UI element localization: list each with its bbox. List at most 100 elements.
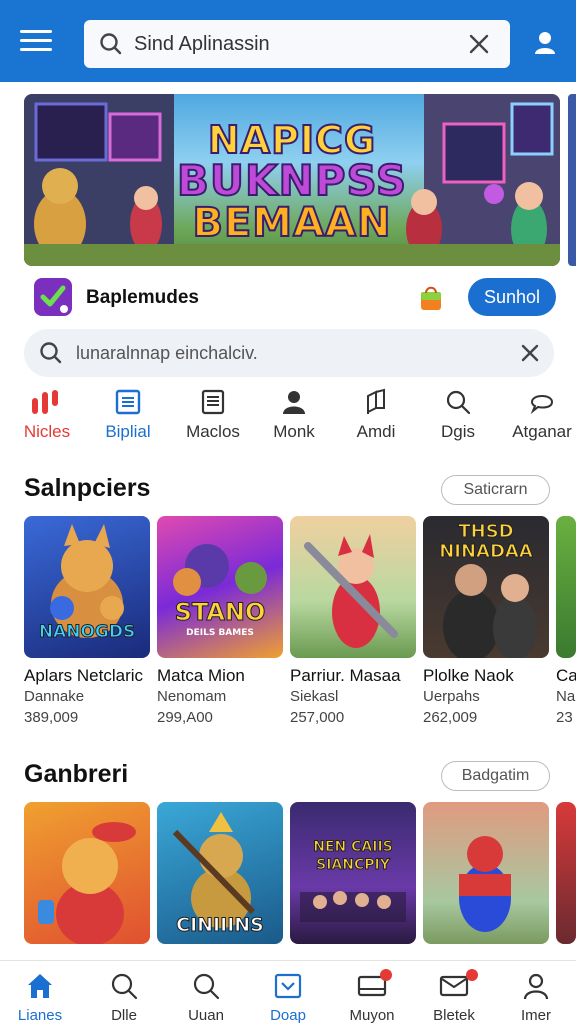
game-thumbnail: THSD NINADAA: [423, 516, 549, 658]
game-card[interactable]: [556, 802, 576, 944]
flag-icon: [367, 388, 385, 414]
category-bar: Nicles Biplial Maclos Monk Amdi Dgis Atg…: [0, 388, 576, 444]
person-icon: [283, 391, 305, 414]
game-thumbnail-title: NANOGDS: [38, 622, 136, 643]
search-icon: [193, 973, 220, 1000]
banner-title-line-3: BEMAAN: [191, 199, 392, 247]
game-name: Matca Mion: [157, 666, 245, 685]
game-name: Plolke Naok: [423, 666, 514, 685]
trending-icon: [32, 390, 58, 414]
nav-label: Lianes: [17, 1007, 63, 1024]
home-icon: [28, 974, 52, 998]
category-biplial[interactable]: Biplial: [90, 388, 166, 442]
game-card[interactable]: NANOGDS Aplars Netclaric Dannake 389,009: [24, 516, 150, 726]
game-download-count: 299,A00: [157, 709, 213, 726]
game-thumbnail: STANO DEILS BAMES: [157, 516, 283, 658]
game-thumbnail-title: CINIIINS: [176, 914, 265, 937]
section-more-button[interactable]: Badgatim: [441, 761, 550, 791]
game-thumbnail: [556, 516, 576, 658]
category-label: Atganar: [512, 422, 572, 441]
game-thumbnail: CINIIINS: [157, 802, 283, 944]
nav-item-uuan[interactable]: Uuan: [166, 971, 246, 1024]
category-label: Maclos: [186, 422, 240, 441]
category-label: Monk: [273, 422, 315, 441]
category-nicles[interactable]: Nicles: [9, 388, 85, 442]
close-icon[interactable]: [520, 343, 540, 363]
nav-label: Uuan: [188, 1007, 224, 1024]
category-label: Nicles: [23, 422, 71, 441]
nav-item-dlle[interactable]: Dlle: [84, 971, 164, 1024]
game-thumbnail: NANOGDS: [24, 516, 150, 658]
search-icon: [40, 342, 62, 364]
category-label: Dgis: [440, 422, 475, 441]
section-title: Ganbreri: [24, 760, 129, 788]
nav-item-lianes[interactable]: Lianes: [0, 971, 80, 1024]
category-atganar[interactable]: Atganar: [504, 388, 576, 442]
game-card[interactable]: [423, 802, 549, 944]
secondary-search-text: lunaralnnap einchalciv.: [76, 342, 258, 363]
game-thumbnail-title: STANO: [174, 598, 266, 627]
game-developer: Dannake: [24, 688, 85, 705]
game-name: Parriur. Masaa: [290, 666, 401, 685]
nav-item-muyon[interactable]: Muyon: [332, 969, 412, 1024]
category-label: Biplial: [105, 422, 151, 441]
game-name: Ca: [556, 666, 576, 685]
category-amdi[interactable]: Amdi: [338, 388, 414, 442]
category-monk[interactable]: Monk: [256, 388, 332, 442]
bottom-navigation: Lianes Dlle Uuan Doap Muyon Bletek Imer: [0, 960, 576, 1024]
game-card[interactable]: Ca Na 23: [556, 516, 576, 726]
shopping-bag-icon[interactable]: [418, 284, 444, 312]
section-title: Salnpciers: [24, 474, 151, 502]
category-dgis[interactable]: Dgis: [420, 388, 496, 442]
game-card[interactable]: THSD NINADAA Plolke Naok Uerpahs 262,009: [423, 516, 549, 726]
game-card[interactable]: Parriur. Masaa Siekasl 257,000: [290, 516, 416, 726]
game-developer: Uerpahs: [423, 688, 480, 705]
search-icon: [100, 33, 122, 55]
game-thumbnail-title: NEN CAIIS SIANCPIY: [313, 839, 393, 874]
game-download-count: 257,000: [290, 709, 345, 726]
mail-icon: [439, 975, 469, 997]
category-label: Amdi: [356, 422, 396, 441]
game-download-count: 262,009: [423, 709, 478, 726]
game-thumbnail: [24, 802, 150, 944]
game-download-count: 23: [556, 709, 573, 726]
app-icon[interactable]: [34, 278, 72, 316]
featured-banner[interactable]: NAPICG BUKNPSS BEMAAN: [24, 94, 560, 266]
game-card[interactable]: CINIIINS: [157, 802, 283, 944]
notification-badge: [380, 969, 392, 981]
app-action-button[interactable]: Sunhol: [468, 278, 556, 316]
category-maclos[interactable]: Maclos: [175, 388, 251, 442]
search-input-text: Sind Aplinassin: [134, 32, 270, 55]
game-thumbnail-title: THSD NINADAA: [439, 521, 534, 562]
banner-title-line-2: BUKNPSS: [176, 155, 408, 206]
secondary-search-input[interactable]: lunaralnnap einchalciv.: [24, 329, 554, 377]
game-developer: Siekasl: [290, 688, 339, 705]
close-icon[interactable]: [468, 33, 490, 55]
chat-icon: [530, 395, 554, 415]
game-card[interactable]: NEN CAIIS SIANCPIY: [290, 802, 416, 944]
search-icon: [111, 973, 138, 1000]
game-card[interactable]: STANO DEILS BAMES Matca Mion Nenomam 299…: [157, 516, 283, 726]
game-thumbnail-subtitle: DEILS BAMES: [186, 628, 254, 638]
game-card[interactable]: [24, 802, 150, 944]
nav-item-doap[interactable]: Doap: [248, 971, 328, 1024]
profile-icon[interactable]: [530, 28, 560, 58]
notification-badge: [466, 969, 478, 981]
nav-label: Imer: [521, 1007, 551, 1024]
nav-label: Dlle: [111, 1007, 137, 1024]
game-thumbnail: [423, 802, 549, 944]
nav-label: Bletek: [433, 1007, 475, 1024]
next-banner-peek[interactable]: [568, 94, 576, 266]
search-icon: [446, 390, 471, 415]
featured-app-row: Baplemudes Sunhol: [34, 278, 556, 318]
download-box-icon: [274, 973, 302, 999]
nav-label: Muyon: [349, 1007, 395, 1024]
menu-icon[interactable]: [20, 30, 52, 54]
nav-item-bletek[interactable]: Bletek: [414, 969, 494, 1024]
nav-label: Doap: [270, 1007, 306, 1024]
nav-item-imer[interactable]: Imer: [496, 971, 576, 1024]
game-download-count: 389,009: [24, 709, 79, 726]
search-input[interactable]: Sind Aplinassin: [84, 20, 510, 68]
app-name: Baplemudes: [86, 287, 199, 308]
section-more-button[interactable]: Saticrarn: [441, 475, 550, 505]
